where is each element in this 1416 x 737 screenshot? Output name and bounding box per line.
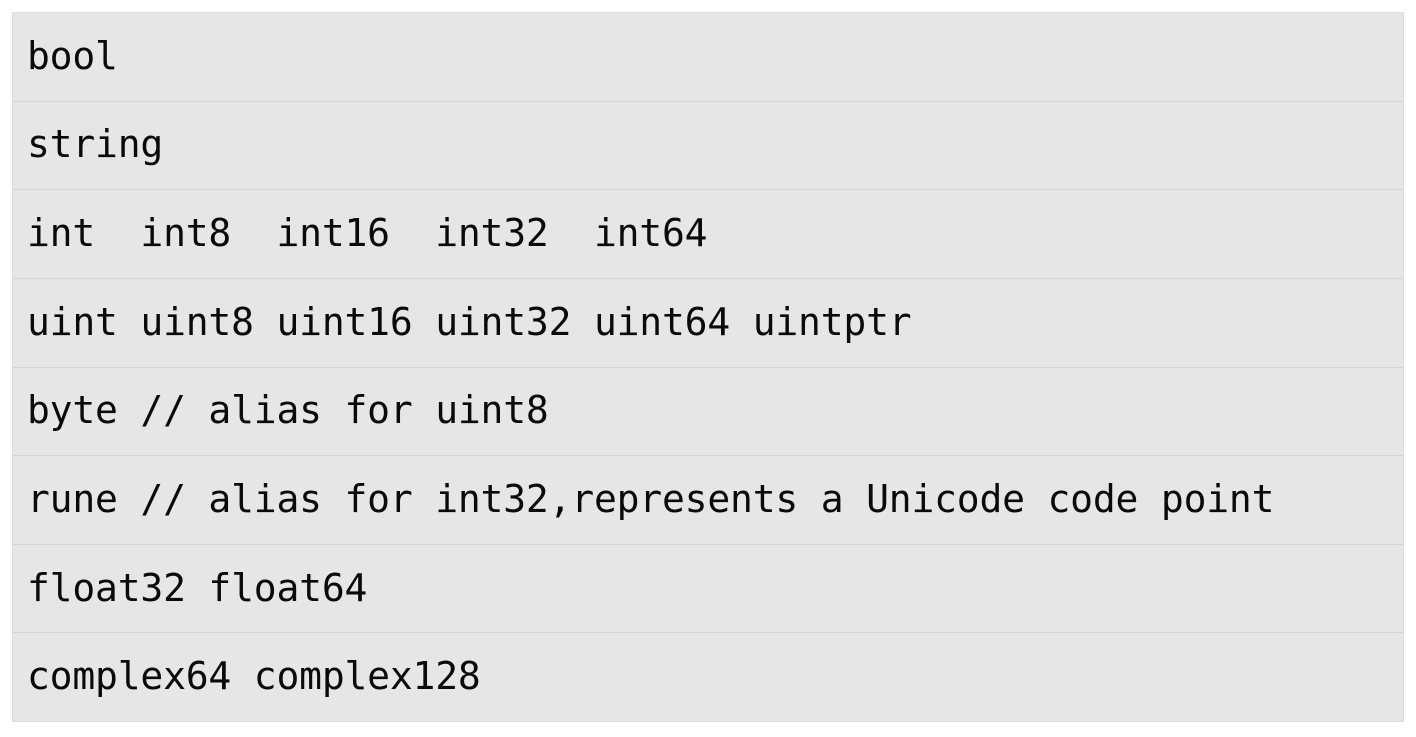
table-row: string [13,101,1403,191]
table-row: byte // alias for uint8 [13,367,1403,457]
type-row-text: float32 float64 [27,565,368,610]
type-row-text: bool [27,33,118,78]
table-row: rune // alias for int32,represents a Uni… [13,456,1403,545]
type-row-text: uint uint8 uint16 uint32 uint64 uintptr [27,299,912,344]
table-row: bool [13,13,1403,102]
type-row-text: int int8 int16 int32 int64 [27,211,708,256]
go-basic-types-table: bool string int int8 int16 int32 int64 u… [12,12,1404,722]
table-row: uint uint8 uint16 uint32 uint64 uintptr [13,278,1403,368]
type-row-text: rune // alias for int32,represents a Uni… [27,476,1275,521]
type-row-text: complex64 complex128 [27,654,481,699]
type-row-text: string [27,122,164,167]
table-row: complex64 complex128 [13,633,1403,721]
table-row: float32 float64 [13,544,1403,634]
type-row-text: byte // alias for uint8 [27,388,549,433]
table-row: int int8 int16 int32 int64 [13,190,1403,279]
